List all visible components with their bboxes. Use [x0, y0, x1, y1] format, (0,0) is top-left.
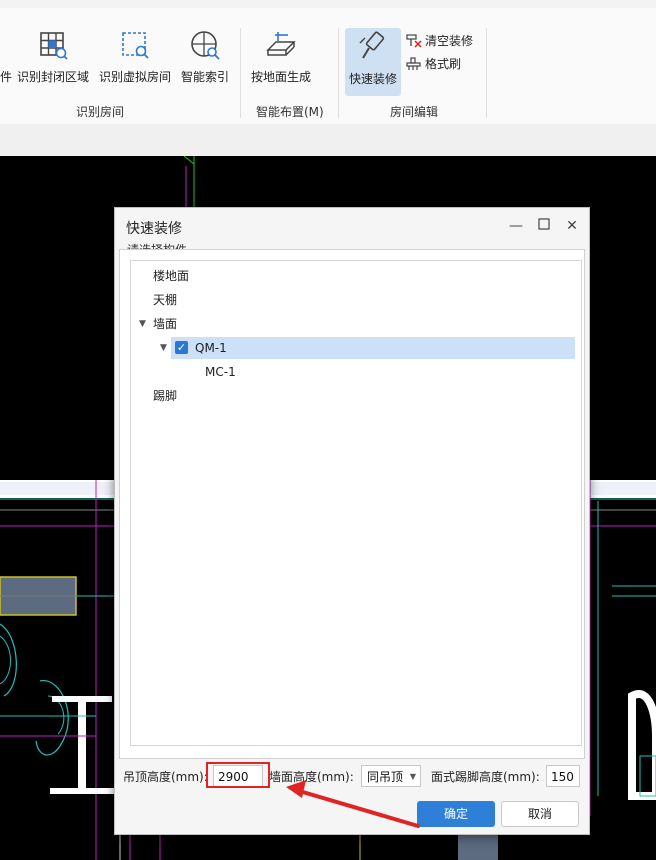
- annotation-arrow-icon: [286, 780, 420, 828]
